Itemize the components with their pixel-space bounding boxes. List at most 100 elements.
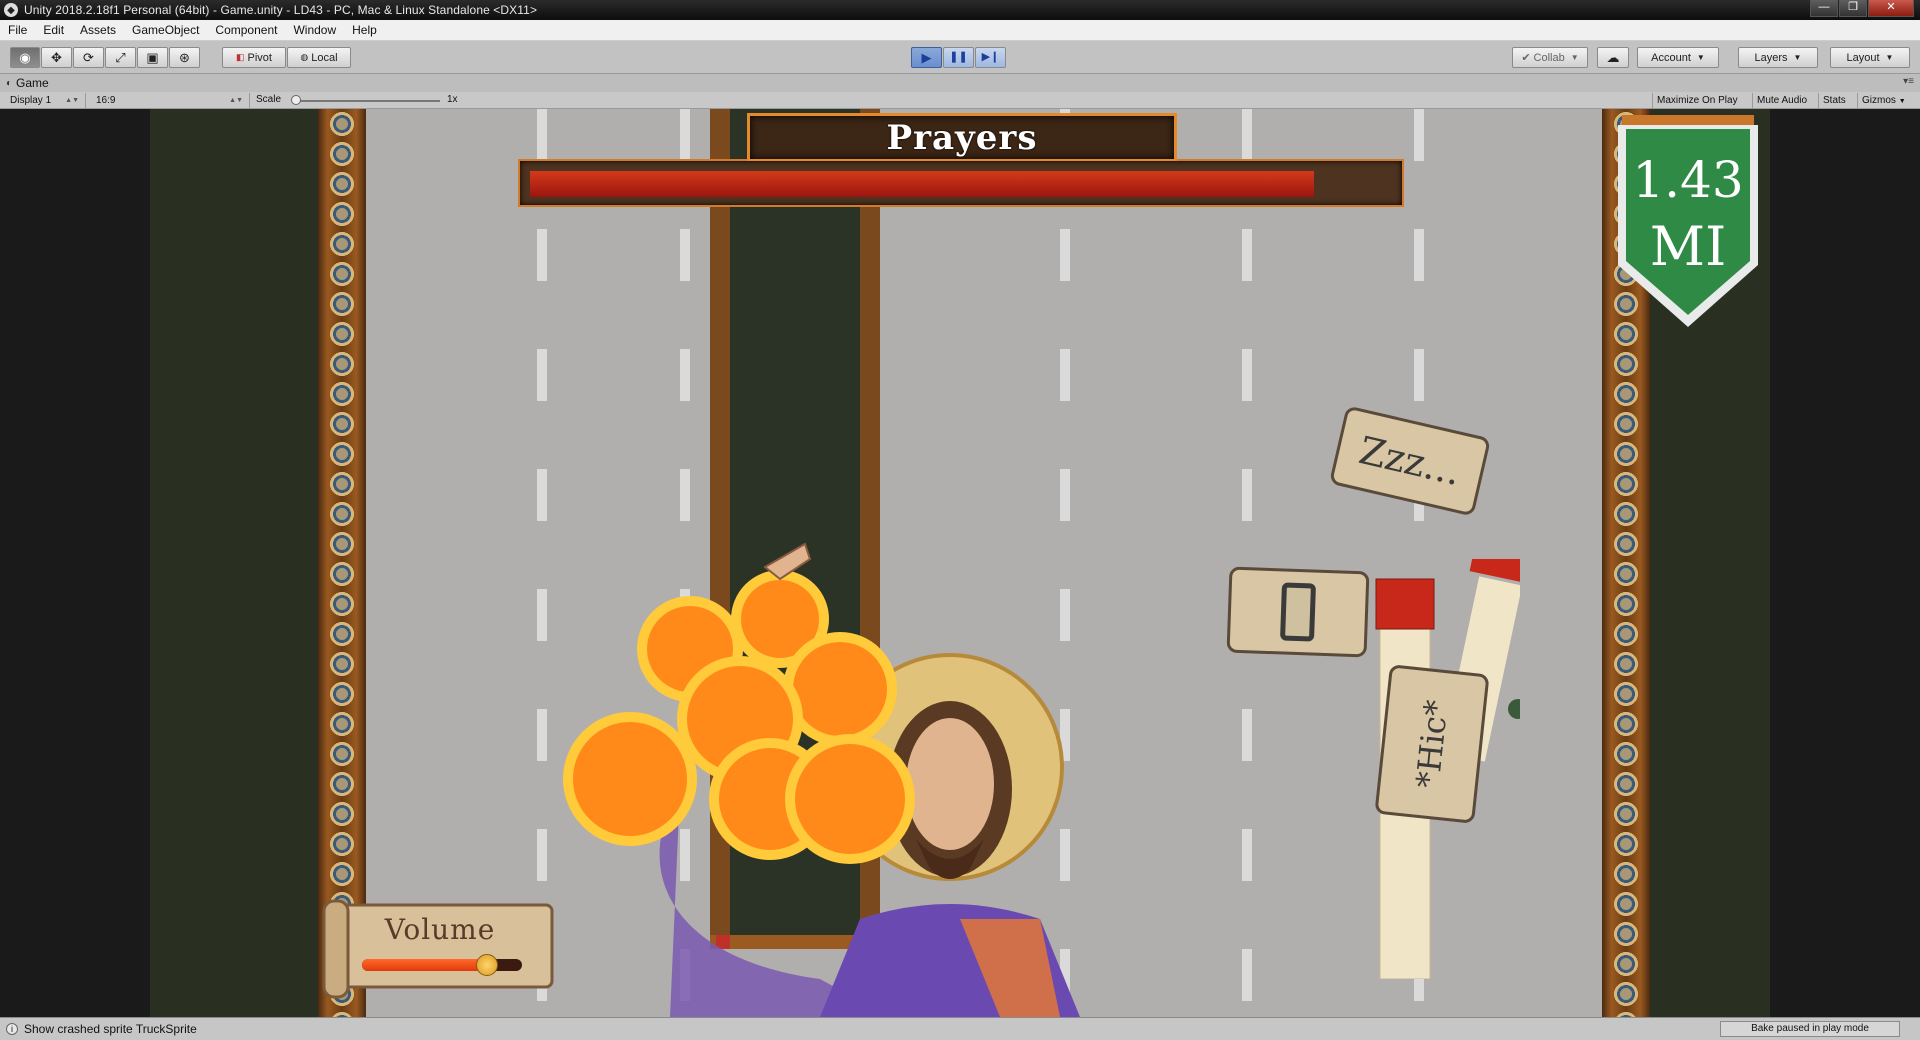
scale-label: Scale bbox=[256, 94, 282, 105]
volume-control: Volume bbox=[320, 899, 560, 999]
pivot-icon: ◧ bbox=[236, 52, 245, 62]
scale-slider-handle[interactable] bbox=[291, 95, 301, 105]
rotate-icon: ⟳ bbox=[83, 50, 94, 65]
move-tool-button[interactable]: ✥ bbox=[41, 47, 72, 68]
step-icon: ▶❙ bbox=[981, 51, 1000, 63]
scale-slider-track[interactable] bbox=[292, 100, 440, 102]
hic-speech-bubble: *Hic* bbox=[1374, 664, 1490, 824]
pause-button[interactable]: ❚❚ bbox=[943, 47, 974, 68]
caret-down-icon: ▼ bbox=[1570, 53, 1579, 62]
step-button[interactable]: ▶❙ bbox=[975, 47, 1006, 68]
phone-icon bbox=[1279, 582, 1317, 642]
volume-slider-fill bbox=[362, 959, 487, 971]
play-button[interactable]: ▶ bbox=[911, 47, 942, 68]
game-view-controls: Display 1 ▲▼ 16:9 ▲▼ Scale 1x Maximize O… bbox=[0, 92, 1920, 109]
game-viewport[interactable]: Prayers Zzz... *Hic* 1.43 MI Volume bbox=[0, 109, 1920, 1017]
account-label: Account bbox=[1651, 51, 1691, 64]
stats-toggle[interactable]: Stats bbox=[1818, 93, 1850, 108]
volume-slider-track[interactable] bbox=[362, 954, 522, 976]
maximize-button[interactable]: ❐ bbox=[1839, 0, 1867, 17]
check-icon: ✔ bbox=[1521, 52, 1531, 64]
local-toggle-button[interactable]: ◍ Local bbox=[287, 47, 351, 68]
menu-assets[interactable]: Assets bbox=[72, 23, 124, 37]
hic-text: *Hic* bbox=[1408, 698, 1456, 790]
main-toolbar: ◉ ✥ ⟳ ⤢ ▣ ⊛ ◧ Pivot ◍ Local ▶ ❚❚ ▶❙ ✔ Co… bbox=[0, 41, 1920, 74]
left-grass bbox=[150, 109, 318, 1017]
cloud-icon: ☁ bbox=[1606, 50, 1620, 65]
pivot-toggle-button[interactable]: ◧ Pivot bbox=[222, 47, 286, 68]
caret-down-icon: ▼ bbox=[1696, 53, 1705, 62]
layout-label: Layout bbox=[1846, 51, 1880, 64]
account-dropdown[interactable]: Account ▼ bbox=[1637, 47, 1719, 68]
menu-component[interactable]: Component bbox=[207, 23, 285, 37]
distance-pennant: 1.43 MI bbox=[1612, 115, 1764, 329]
prayers-meter bbox=[518, 159, 1404, 207]
pause-icon: ❚❚ bbox=[949, 51, 968, 63]
distance-unit: MI bbox=[1649, 215, 1727, 278]
pivot-label: Pivot bbox=[247, 51, 272, 64]
distance-value: 1.43 bbox=[1632, 151, 1744, 209]
console-status-message[interactable]: i Show crashed sprite TruckSprite bbox=[6, 1022, 197, 1036]
game-screen[interactable]: Prayers Zzz... *Hic* 1.43 MI Volume bbox=[150, 109, 1770, 1017]
info-icon: i bbox=[6, 1023, 18, 1035]
prayers-meter-fill bbox=[530, 171, 1315, 197]
aspect-select[interactable]: 16:9 ▲▼ bbox=[90, 93, 250, 108]
volume-label: Volume bbox=[384, 913, 496, 946]
volume-slider-handle[interactable] bbox=[475, 954, 498, 976]
zzz-text: Zzz... bbox=[1355, 428, 1465, 494]
game-tab-bar: ◐ Game ▾≡ bbox=[0, 74, 1920, 92]
eye-icon: ◉ bbox=[19, 50, 31, 65]
rect-tool-button[interactable]: ▣ bbox=[137, 47, 168, 68]
cloud-button[interactable]: ☁ bbox=[1597, 47, 1629, 68]
close-button[interactable]: ✕ bbox=[1868, 0, 1914, 17]
menu-file[interactable]: File bbox=[0, 23, 35, 37]
scale-tool-button[interactable]: ⤢ bbox=[105, 47, 136, 68]
tab-game[interactable]: ◐ Game bbox=[6, 76, 49, 90]
caret-down-icon: ▼ bbox=[1898, 98, 1906, 105]
transform-gizmo-icon: ⊛ bbox=[179, 50, 190, 65]
play-icon: ▶ bbox=[921, 50, 932, 65]
layers-label: Layers bbox=[1754, 51, 1788, 64]
minimize-button[interactable]: — bbox=[1810, 0, 1838, 17]
menu-help[interactable]: Help bbox=[344, 23, 385, 37]
sleep-speech-bubble: Zzz... bbox=[1328, 405, 1492, 517]
lane-marking bbox=[1242, 109, 1252, 1017]
status-text: Show crashed sprite TruckSprite bbox=[24, 1022, 197, 1036]
maximize-on-play-toggle[interactable]: Maximize On Play bbox=[1652, 93, 1742, 108]
view-tool-button[interactable]: ◉ bbox=[10, 47, 40, 68]
caret-down-icon: ▼ bbox=[1793, 53, 1802, 62]
layers-dropdown[interactable]: Layers ▼ bbox=[1738, 47, 1818, 68]
tab-menu-icon[interactable]: ▾≡ bbox=[1903, 76, 1914, 87]
rotate-tool-button[interactable]: ⟳ bbox=[73, 47, 104, 68]
local-label: Local bbox=[311, 51, 338, 64]
left-ornament-border bbox=[318, 109, 366, 1017]
updown-arrows-icon: ▲▼ bbox=[65, 97, 79, 104]
prayers-header: Prayers bbox=[747, 113, 1177, 161]
collab-label: Collab bbox=[1533, 51, 1565, 64]
unity-logo-icon: ◆ bbox=[4, 3, 18, 17]
caret-down-icon: ▼ bbox=[1885, 53, 1894, 62]
updown-arrows-icon: ▲▼ bbox=[229, 97, 243, 104]
layout-dropdown[interactable]: Layout ▼ bbox=[1830, 47, 1910, 68]
prayers-title: Prayers bbox=[886, 117, 1038, 158]
mute-audio-toggle[interactable]: Mute Audio bbox=[1752, 93, 1811, 108]
phone-speech-bubble bbox=[1226, 566, 1370, 658]
status-bar: i Show crashed sprite TruckSprite Bake p… bbox=[0, 1017, 1920, 1040]
display-value: Display 1 bbox=[10, 95, 52, 106]
menu-bar: File Edit Assets GameObject Component Wi… bbox=[0, 20, 1920, 41]
aspect-value: 16:9 bbox=[96, 95, 116, 106]
jesus-and-flames-illustration bbox=[563, 542, 1080, 1017]
window-title: Unity 2018.2.18f1 Personal (64bit) - Gam… bbox=[24, 3, 538, 17]
gizmos-label: Gizmos bbox=[1862, 95, 1896, 106]
menu-gameobject[interactable]: GameObject bbox=[124, 23, 207, 37]
collab-dropdown[interactable]: ✔ Collab ▼ bbox=[1512, 47, 1588, 68]
transform-tool-button[interactable]: ⊛ bbox=[169, 47, 200, 68]
display-select[interactable]: Display 1 ▲▼ bbox=[4, 93, 86, 108]
local-globe-icon: ◍ bbox=[300, 52, 309, 62]
menu-window[interactable]: Window bbox=[285, 23, 344, 37]
window-title-bar: ◆ Unity 2018.2.18f1 Personal (64bit) - G… bbox=[0, 0, 1920, 20]
move-arrows-icon: ✥ bbox=[51, 50, 62, 65]
gizmos-dropdown[interactable]: Gizmos ▼ bbox=[1857, 93, 1910, 108]
rect-transform-icon: ▣ bbox=[146, 50, 159, 65]
menu-edit[interactable]: Edit bbox=[35, 23, 72, 37]
